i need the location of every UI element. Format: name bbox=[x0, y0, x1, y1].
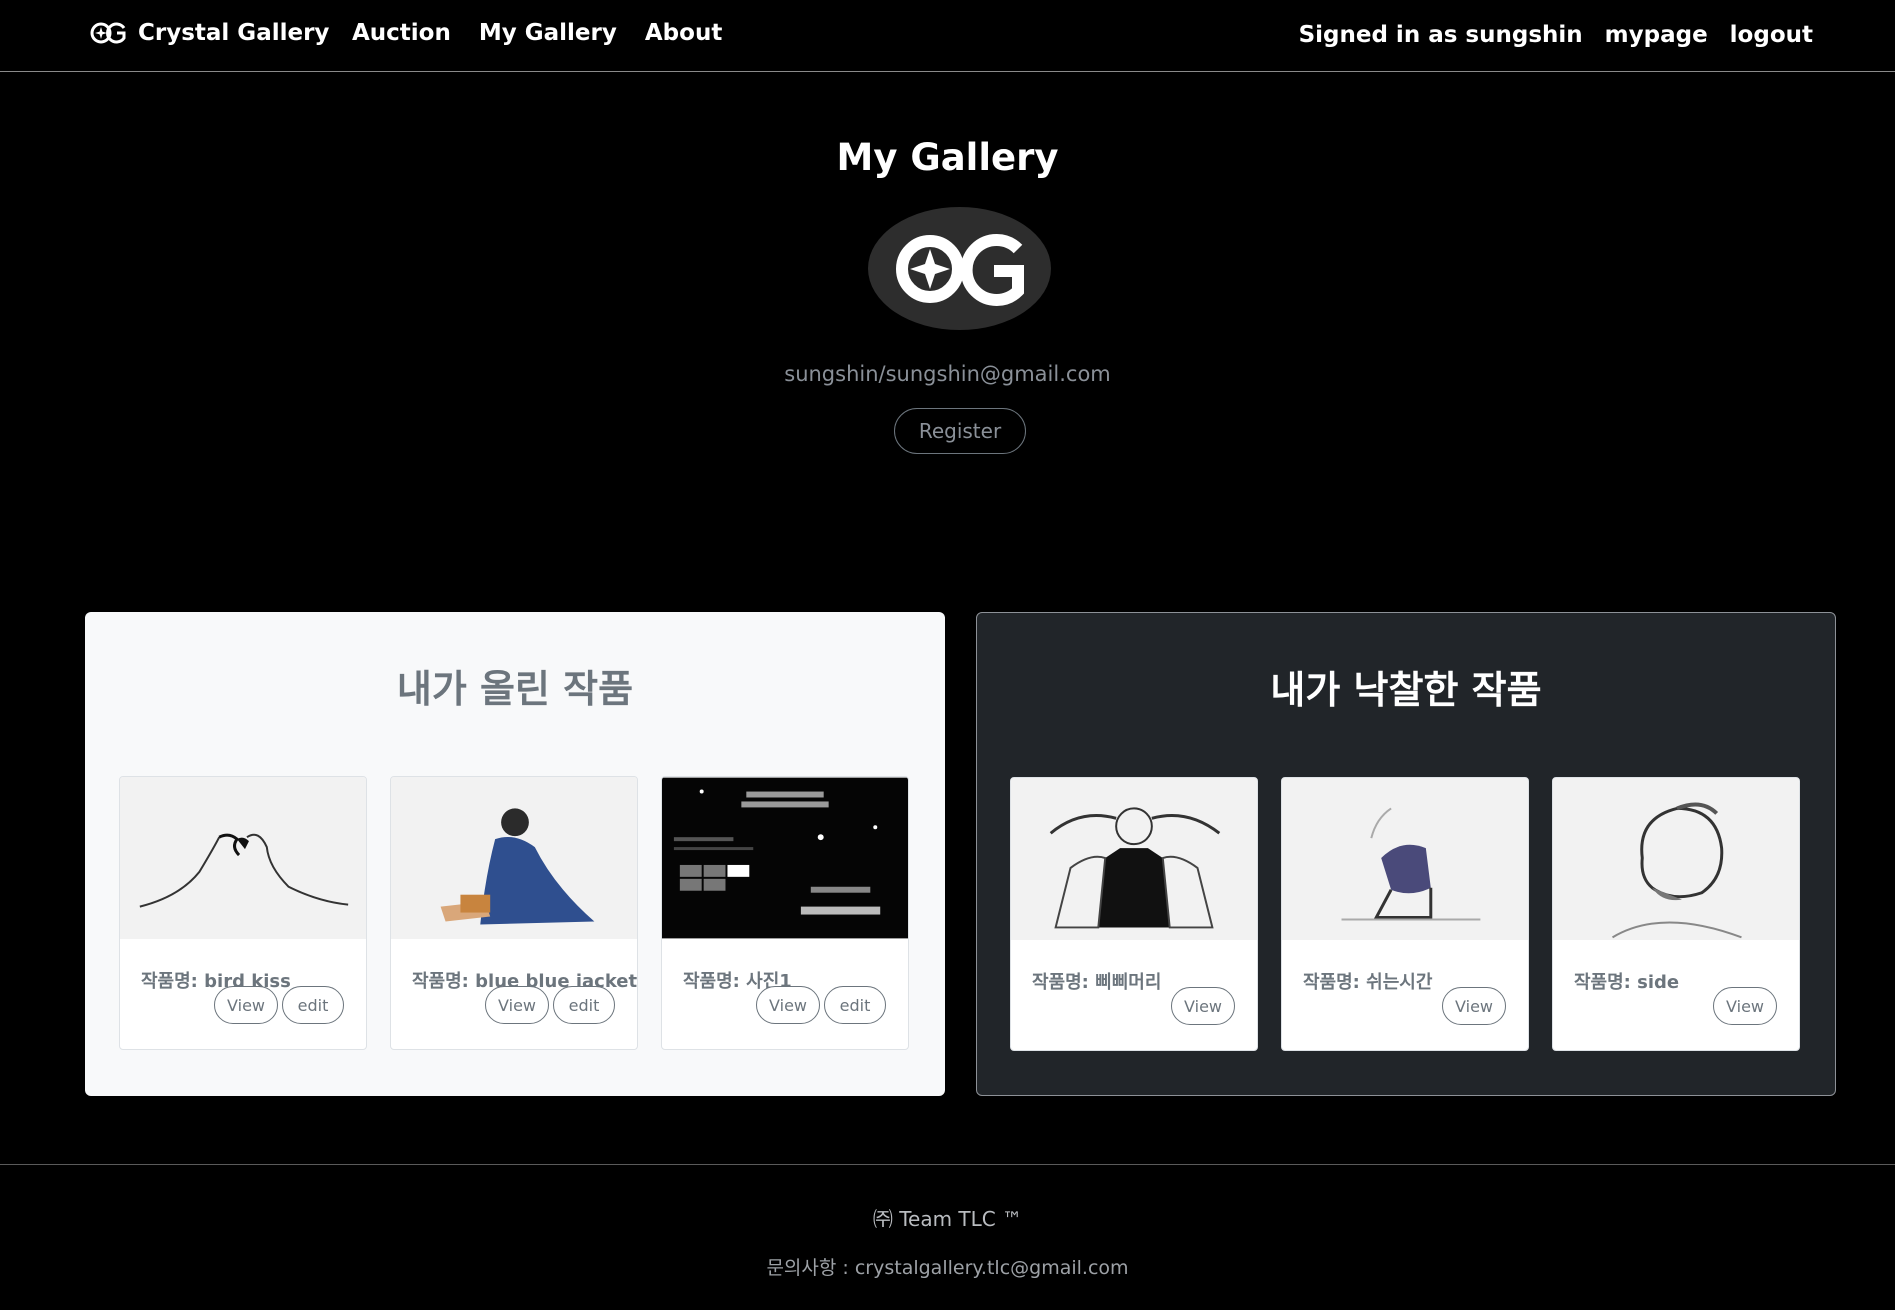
user-info: sungshin/sungshin@gmail.com bbox=[784, 362, 1111, 386]
artwork-title: 작품명: side bbox=[1574, 972, 1680, 993]
artwork-title: 작품명: 쉬는시간 bbox=[1303, 972, 1433, 993]
sketch-blue-jacket-image bbox=[391, 777, 637, 939]
cg-logo-icon bbox=[895, 233, 1024, 306]
artwork-card: 작품명: 사진1 View edit bbox=[661, 776, 909, 1050]
sketch-kiss-image bbox=[120, 777, 366, 939]
view-button[interactable]: View bbox=[214, 986, 278, 1024]
sketch-side-profile-image bbox=[1553, 778, 1799, 940]
card-actions: View edit bbox=[214, 986, 344, 1024]
sketch-resting-image bbox=[1282, 778, 1528, 940]
footer-team: ㈜ Team TLC ™ bbox=[872, 1207, 1023, 1231]
page-title: My Gallery bbox=[836, 136, 1059, 179]
nav-link-my-gallery[interactable]: My Gallery bbox=[479, 20, 617, 46]
artwork-card: 작품명: side View bbox=[1552, 777, 1800, 1051]
view-button[interactable]: View bbox=[1171, 987, 1235, 1025]
artwork-card: 작품명: bird kiss View edit bbox=[119, 776, 367, 1050]
won-artworks-panel: 내가 낙찰한 작품 작품명: 삐삐머리 View 작품명: 쉬는시간 View bbox=[976, 612, 1836, 1096]
brand-label: Crystal Gallery bbox=[138, 20, 330, 46]
view-button[interactable]: View bbox=[1713, 987, 1777, 1025]
card-actions: View edit bbox=[756, 986, 886, 1024]
mypage-link[interactable]: mypage bbox=[1605, 22, 1708, 48]
user-nav: Signed in as sungshin mypage logout bbox=[1299, 22, 1813, 48]
signed-in-text: Signed in as sungshin bbox=[1298, 22, 1583, 48]
edit-button[interactable]: edit bbox=[824, 986, 886, 1024]
sketch-pigtails-image bbox=[1011, 778, 1257, 940]
uploaded-panel-title: 내가 올린 작품 bbox=[396, 667, 634, 711]
artwork-card: 작품명: blue blue jacket View edit bbox=[390, 776, 638, 1050]
footer-contact: 문의사항 : crystalgallery.tlc@gmail.com bbox=[766, 1257, 1129, 1279]
register-button[interactable]: Register bbox=[894, 408, 1026, 454]
footer: ㈜ Team TLC ™ 문의사항 : crystalgallery.tlc@g… bbox=[0, 1164, 1895, 1310]
nav-link-about[interactable]: About bbox=[645, 20, 722, 46]
top-navbar: Crystal Gallery Auction My Gallery About… bbox=[0, 0, 1895, 72]
cg-logo-icon bbox=[90, 22, 126, 44]
view-button[interactable]: View bbox=[485, 986, 549, 1024]
edit-button[interactable]: edit bbox=[282, 986, 344, 1024]
card-actions: View bbox=[1713, 987, 1777, 1025]
artwork-card: 작품명: 쉬는시간 View bbox=[1281, 777, 1529, 1051]
won-panel-title: 내가 낙찰한 작품 bbox=[1270, 668, 1542, 712]
edit-button[interactable]: edit bbox=[553, 986, 615, 1024]
logout-link[interactable]: logout bbox=[1730, 22, 1813, 48]
avatar bbox=[868, 207, 1051, 330]
card-actions: View bbox=[1442, 987, 1506, 1025]
website-screenshot-image bbox=[662, 777, 908, 939]
card-actions: View edit bbox=[485, 986, 615, 1024]
view-button[interactable]: View bbox=[756, 986, 820, 1024]
uploaded-artworks-panel: 내가 올린 작품 작품명: bird kiss View edit 작품명: b… bbox=[85, 612, 945, 1096]
nav-link-auction[interactable]: Auction bbox=[352, 20, 451, 46]
card-actions: View bbox=[1171, 987, 1235, 1025]
main-nav: Auction My Gallery About bbox=[352, 20, 722, 46]
brand-link[interactable]: Crystal Gallery bbox=[90, 20, 329, 46]
artwork-card: 작품명: 삐삐머리 View bbox=[1010, 777, 1258, 1051]
artwork-title: 작품명: 삐삐머리 bbox=[1032, 972, 1162, 993]
view-button[interactable]: View bbox=[1442, 987, 1506, 1025]
